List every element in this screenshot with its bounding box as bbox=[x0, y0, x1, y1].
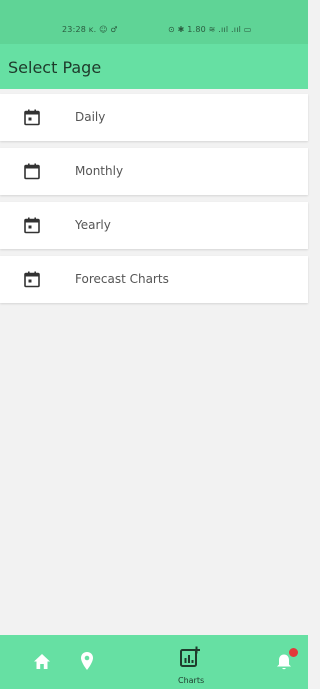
calendar-today-icon bbox=[24, 217, 40, 234]
status-icons: ⊙ ✱ 1.80 ≋ .ııl .ııl ▭ bbox=[168, 25, 252, 34]
menu-item-label: Daily bbox=[75, 110, 106, 124]
menu-item-monthly[interactable]: Monthly bbox=[0, 148, 308, 195]
menu-item-yearly[interactable]: Yearly bbox=[0, 202, 308, 249]
notification-badge bbox=[289, 648, 298, 657]
menu-item-forecast-charts[interactable]: Forecast Charts bbox=[0, 256, 308, 303]
menu-item-daily[interactable]: Daily bbox=[0, 94, 308, 141]
app-bar: Select Page bbox=[0, 44, 308, 89]
status-time: 23:28 ᴋ. ☺ ♂ bbox=[62, 25, 118, 34]
home-icon[interactable] bbox=[33, 653, 51, 670]
status-bar: 23:28 ᴋ. ☺ ♂ ⊙ ✱ 1.80 ≋ .ııl .ııl ▭ bbox=[0, 0, 308, 44]
menu-item-label: Forecast Charts bbox=[75, 272, 169, 286]
calendar-icon bbox=[24, 163, 40, 180]
menu-item-label: Monthly bbox=[75, 164, 124, 178]
location-pin-icon[interactable] bbox=[80, 651, 94, 671]
calendar-today-icon bbox=[24, 109, 40, 126]
nav-label-charts[interactable]: Charts bbox=[178, 676, 204, 685]
calendar-today-icon bbox=[24, 271, 40, 288]
menu-item-label: Yearly bbox=[75, 218, 111, 232]
bottom-nav: Charts bbox=[0, 635, 308, 689]
page-title: Select Page bbox=[8, 58, 102, 77]
chart-add-icon[interactable] bbox=[179, 646, 201, 668]
